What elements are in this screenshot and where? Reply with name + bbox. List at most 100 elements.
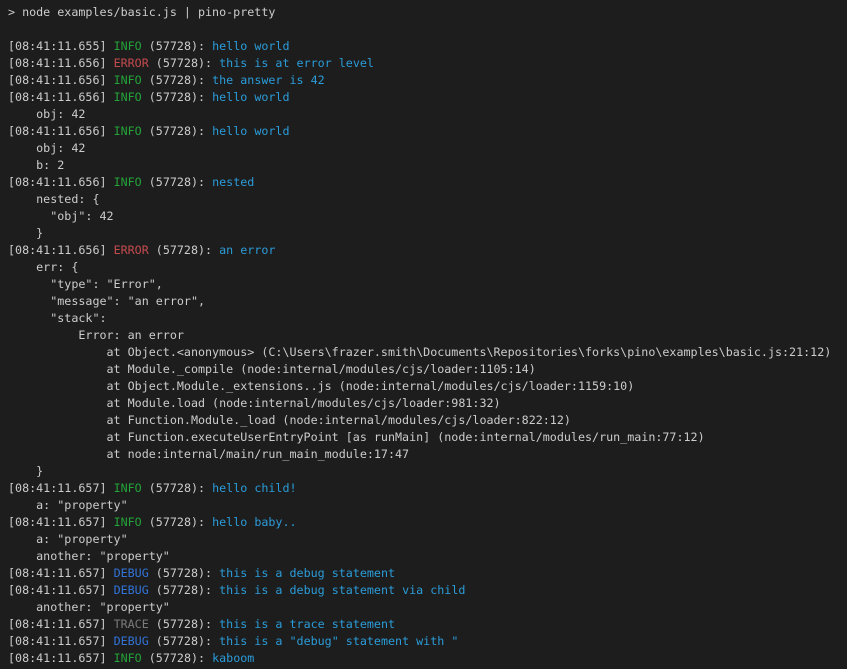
log-text: nested: { — [8, 192, 99, 206]
log-message: hello world — [212, 39, 289, 53]
terminal-line: [08:41:11.657] INFO (57728): kaboom — [8, 650, 847, 667]
log-text: [08:41:11.656] — [8, 90, 114, 104]
log-text: at Function.executeUserEntryPoint [as ru… — [8, 430, 705, 444]
log-text: [08:41:11.657] — [8, 515, 114, 529]
terminal-line: err: { — [8, 259, 847, 276]
log-text: obj: 42 — [8, 141, 85, 155]
log-message: hello world — [212, 124, 289, 138]
terminal-line: a: "property" — [8, 531, 847, 548]
log-level-info: INFO — [114, 175, 142, 189]
terminal-line: [08:41:11.656] INFO (57728): nested — [8, 174, 847, 191]
terminal-line: obj: 42 — [8, 106, 847, 123]
terminal-line: "message": "an error", — [8, 293, 847, 310]
terminal-line: at Module._compile (node:internal/module… — [8, 361, 847, 378]
log-message: kaboom — [212, 651, 254, 665]
log-text: [08:41:11.656] — [8, 124, 114, 138]
terminal-line: [08:41:11.657] DEBUG (57728): this is a … — [8, 633, 847, 650]
terminal-line: at Function.executeUserEntryPoint [as ru… — [8, 429, 847, 446]
log-message: this is a trace statement — [219, 617, 395, 631]
log-text: obj: 42 — [8, 107, 85, 121]
log-level-debug: DEBUG — [114, 583, 149, 597]
log-level-info: INFO — [114, 73, 142, 87]
terminal-line: [08:41:11.657] INFO (57728): hello baby.… — [8, 514, 847, 531]
log-text: } — [8, 226, 43, 240]
terminal-line: [08:41:11.656] INFO (57728): hello world — [8, 89, 847, 106]
terminal-line: at Object.Module._extensions..js (node:i… — [8, 378, 847, 395]
terminal-line: at node:internal/main/run_main_module:17… — [8, 446, 847, 463]
terminal-output: > node examples/basic.js | pino-pretty [0… — [8, 4, 847, 667]
log-text: at node:internal/main/run_main_module:17… — [8, 447, 409, 461]
terminal-line: another: "property" — [8, 548, 847, 565]
terminal-line: b: 2 — [8, 157, 847, 174]
log-text: at Module.load (node:internal/modules/cj… — [8, 396, 501, 410]
log-text: [08:41:11.657] — [8, 634, 114, 648]
log-text: (57728): — [149, 566, 219, 580]
log-message: hello baby.. — [212, 515, 296, 529]
log-text: "stack": — [8, 311, 107, 325]
log-text: (57728): — [149, 56, 219, 70]
log-message: nested — [212, 175, 254, 189]
log-text: (57728): — [142, 124, 212, 138]
log-text: err: { — [8, 260, 78, 274]
log-text: (57728): — [142, 175, 212, 189]
log-text: [08:41:11.655] — [8, 39, 114, 53]
terminal-line: [08:41:11.656] INFO (57728): hello world — [8, 123, 847, 140]
log-level-info: INFO — [114, 481, 142, 495]
log-text: (57728): — [142, 39, 212, 53]
log-message: the answer is 42 — [212, 73, 325, 87]
log-level-info: INFO — [114, 124, 142, 138]
log-text: [08:41:11.657] — [8, 583, 114, 597]
log-text: "obj": 42 — [8, 209, 114, 223]
terminal-line: > node examples/basic.js | pino-pretty — [8, 4, 847, 21]
log-level-debug: DEBUG — [114, 566, 149, 580]
terminal-line: "obj": 42 — [8, 208, 847, 225]
terminal-line: nested: { — [8, 191, 847, 208]
terminal-line: } — [8, 225, 847, 242]
log-message: hello child! — [212, 481, 296, 495]
terminal-line: [08:41:11.657] INFO (57728): hello child… — [8, 480, 847, 497]
log-level-info: INFO — [114, 651, 142, 665]
log-level-trace: TRACE — [114, 617, 149, 631]
log-text: [08:41:11.656] — [8, 73, 114, 87]
log-message: this is a debug statement — [219, 566, 395, 580]
log-level-info: INFO — [114, 39, 142, 53]
terminal-line: "stack": — [8, 310, 847, 327]
terminal-line: } — [8, 463, 847, 480]
log-text: [08:41:11.657] — [8, 617, 114, 631]
terminal-line — [8, 21, 847, 38]
terminal-line: another: "property" — [8, 599, 847, 616]
log-text: [08:41:11.656] — [8, 56, 114, 70]
log-text: [08:41:11.657] — [8, 651, 114, 665]
terminal-line: Error: an error — [8, 327, 847, 344]
log-text: at Object.<anonymous> (C:\Users\frazer.s… — [8, 345, 831, 359]
log-level-debug: DEBUG — [114, 634, 149, 648]
log-text: b: 2 — [8, 158, 64, 172]
terminal-line: [08:41:11.655] INFO (57728): hello world — [8, 38, 847, 55]
log-message: this is a "debug" statement with " — [219, 634, 458, 648]
log-level-error: ERROR — [114, 56, 149, 70]
terminal-line: a: "property" — [8, 497, 847, 514]
log-text: [08:41:11.656] — [8, 243, 114, 257]
log-text: (57728): — [142, 90, 212, 104]
log-text: "type": "Error", — [8, 277, 163, 291]
log-text: > node examples/basic.js | pino-pretty — [8, 5, 275, 19]
log-text: Error: an error — [8, 328, 184, 342]
log-text: a: "property" — [8, 498, 128, 512]
terminal-line: [08:41:11.656] INFO (57728): the answer … — [8, 72, 847, 89]
terminal-line: [08:41:11.656] ERROR (57728): this is at… — [8, 55, 847, 72]
log-level-error: ERROR — [114, 243, 149, 257]
log-text: a: "property" — [8, 532, 128, 546]
terminal[interactable]: > node examples/basic.js | pino-pretty [0… — [0, 0, 847, 669]
log-text: (57728): — [149, 617, 219, 631]
log-text: at Module._compile (node:internal/module… — [8, 362, 536, 376]
log-message: this is a debug statement via child — [219, 583, 465, 597]
log-level-info: INFO — [114, 515, 142, 529]
log-text: (57728): — [142, 481, 212, 495]
log-message: hello world — [212, 90, 289, 104]
log-text: (57728): — [142, 73, 212, 87]
log-text: [08:41:11.657] — [8, 481, 114, 495]
log-text: } — [8, 464, 43, 478]
log-text: (57728): — [149, 583, 219, 597]
log-text: (57728): — [149, 243, 219, 257]
log-text: another: "property" — [8, 549, 170, 563]
